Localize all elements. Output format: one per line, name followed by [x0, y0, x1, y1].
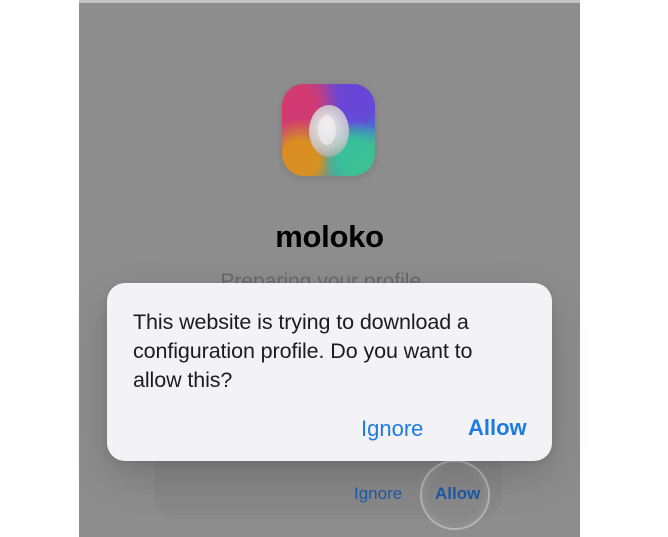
- allow-button[interactable]: Allow: [468, 415, 527, 441]
- screen: moloko Preparing your profile... Ignore …: [0, 0, 668, 537]
- alert-message: This website is trying to download a con…: [133, 310, 473, 392]
- profile-download-alert: This website is trying to download a con…: [107, 283, 552, 461]
- ignore-button[interactable]: Ignore: [361, 416, 423, 442]
